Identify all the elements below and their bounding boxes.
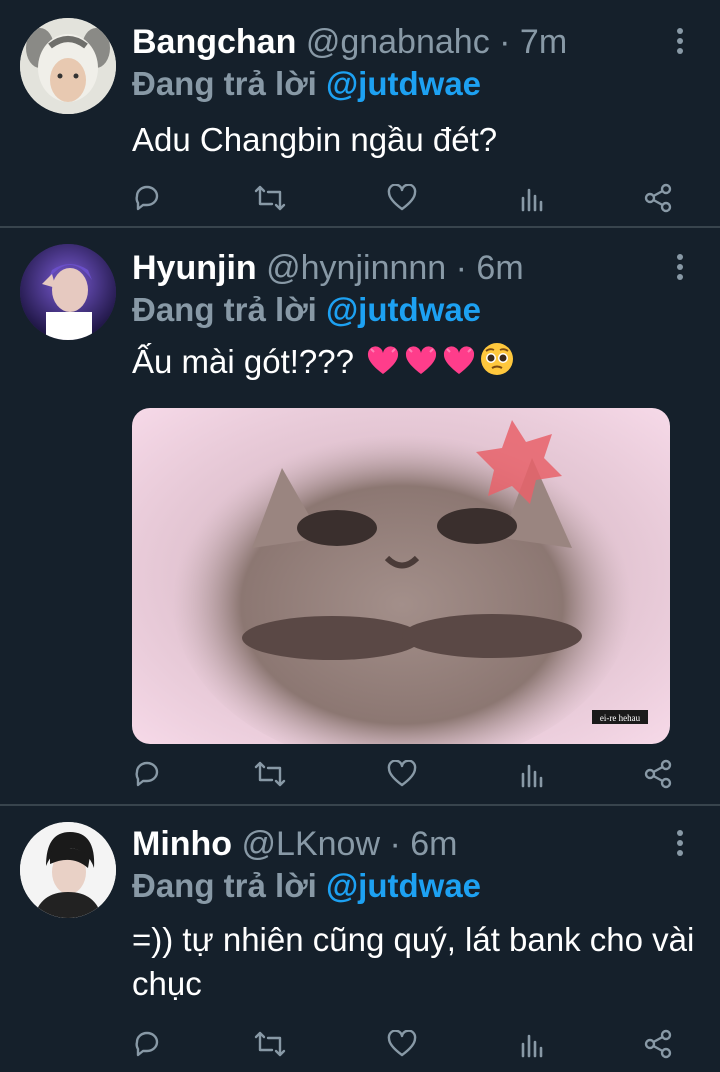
reply-icon bbox=[135, 1031, 159, 1057]
heart-emoji-icon bbox=[444, 346, 475, 374]
more-icon[interactable] bbox=[670, 828, 690, 858]
like-button[interactable] bbox=[382, 180, 422, 216]
reply-button[interactable] bbox=[128, 1026, 168, 1062]
reply-prefix: Đang trả lời bbox=[132, 867, 317, 904]
analytics-button[interactable] bbox=[512, 1026, 552, 1062]
share-icon bbox=[644, 183, 672, 213]
action-bar bbox=[132, 756, 692, 792]
retweet-icon bbox=[254, 185, 286, 211]
media-watermark: ei-re hehau bbox=[600, 713, 641, 723]
more-icon[interactable] bbox=[670, 252, 690, 282]
tweet-text-body: Ấu mài gót!??? bbox=[132, 343, 354, 380]
reply-user-link[interactable]: @jutdwae bbox=[326, 867, 481, 904]
retweet-icon bbox=[254, 1031, 286, 1057]
avatar[interactable] bbox=[20, 822, 116, 918]
pleading-face-emoji-icon bbox=[481, 343, 514, 375]
tweet-hyunjin[interactable]: Hyunjin @hynjinnnn · 6m Đang trả lời @ju… bbox=[0, 228, 720, 804]
heart-emoji-icon bbox=[406, 346, 437, 374]
replying-to: Đang trả lời @jutdwae bbox=[132, 64, 481, 104]
like-icon bbox=[387, 760, 417, 787]
analytics-button[interactable] bbox=[512, 180, 552, 216]
share-button[interactable] bbox=[638, 1026, 678, 1062]
like-icon bbox=[387, 184, 417, 211]
name-line: Bangchan @gnabnahc · 7m bbox=[132, 22, 567, 62]
analytics-button[interactable] bbox=[512, 756, 552, 792]
tweet-text: Ấu mài gót!??? bbox=[132, 340, 702, 384]
separator: · bbox=[489, 23, 520, 61]
tweet-text: Adu Changbin ngầu đét? bbox=[132, 121, 498, 158]
avatar[interactable] bbox=[20, 18, 116, 114]
timestamp[interactable]: 6m bbox=[410, 825, 457, 863]
name-line: Hyunjin @hynjinnnn · 6m bbox=[132, 248, 524, 288]
retweet-icon bbox=[254, 761, 286, 787]
reply-icon bbox=[135, 761, 159, 787]
separator: · bbox=[446, 249, 477, 287]
separator: · bbox=[380, 825, 411, 863]
timestamp[interactable]: 6m bbox=[476, 249, 523, 287]
retweet-button[interactable] bbox=[250, 180, 290, 216]
like-icon bbox=[387, 1030, 417, 1057]
avatar[interactable] bbox=[20, 244, 116, 340]
reply-prefix: Đang trả lời bbox=[132, 65, 317, 102]
reply-button[interactable] bbox=[128, 180, 168, 216]
analytics-icon bbox=[521, 764, 543, 788]
retweet-button[interactable] bbox=[250, 756, 290, 792]
replying-to: Đang trả lời @jutdwae bbox=[132, 290, 481, 330]
user-handle[interactable]: @LKnow bbox=[242, 825, 380, 863]
like-button[interactable] bbox=[382, 756, 422, 792]
timestamp[interactable]: 7m bbox=[520, 23, 567, 61]
share-icon bbox=[644, 759, 672, 789]
like-button[interactable] bbox=[382, 1026, 422, 1062]
action-bar bbox=[132, 1026, 692, 1062]
reply-prefix: Đang trả lời bbox=[132, 291, 317, 328]
retweet-button[interactable] bbox=[250, 1026, 290, 1062]
replying-to: Đang trả lời @jutdwae bbox=[132, 866, 481, 906]
heart-emoji-icon bbox=[368, 346, 399, 374]
reply-user-link[interactable]: @jutdwae bbox=[326, 65, 481, 102]
more-icon[interactable] bbox=[670, 26, 690, 56]
reply-user-link[interactable]: @jutdwae bbox=[326, 291, 481, 328]
display-name[interactable]: Hyunjin bbox=[132, 249, 257, 287]
display-name[interactable]: Bangchan bbox=[132, 23, 296, 61]
analytics-icon bbox=[521, 1034, 543, 1058]
share-icon bbox=[644, 1029, 672, 1059]
reply-icon bbox=[135, 185, 159, 211]
tweet-bangchan[interactable]: Bangchan @gnabnahc · 7m Đang trả lời @ju… bbox=[0, 0, 720, 226]
tweet-minho[interactable]: Minho @LKnow · 6m Đang trả lời @jutdwae … bbox=[0, 806, 720, 1072]
share-button[interactable] bbox=[638, 756, 678, 792]
display-name[interactable]: Minho bbox=[132, 825, 232, 863]
tweet-text: =)) tự nhiên cũng quý, lát bank cho vài … bbox=[132, 921, 695, 1002]
reply-button[interactable] bbox=[128, 756, 168, 792]
action-bar bbox=[132, 180, 692, 216]
name-line: Minho @LKnow · 6m bbox=[132, 824, 457, 864]
user-handle[interactable]: @gnabnahc bbox=[306, 23, 490, 61]
user-handle[interactable]: @hynjinnnn bbox=[266, 249, 446, 287]
share-button[interactable] bbox=[638, 180, 678, 216]
analytics-icon bbox=[521, 188, 543, 212]
tweet-media-image[interactable]: ei-re hehau bbox=[132, 408, 670, 744]
